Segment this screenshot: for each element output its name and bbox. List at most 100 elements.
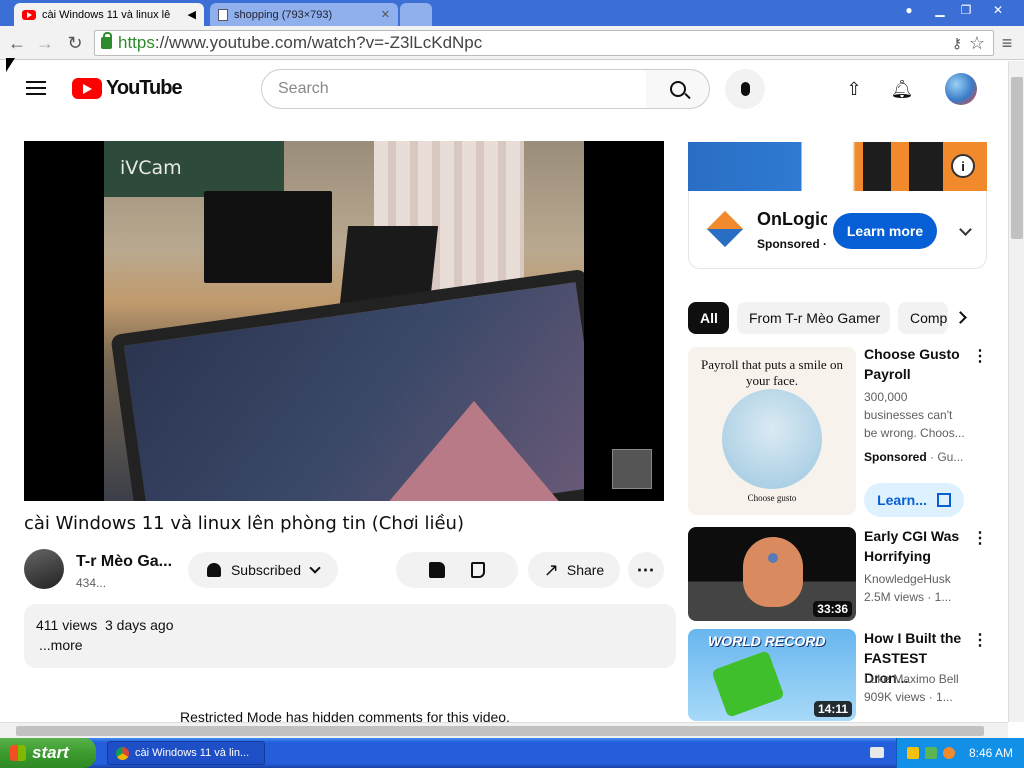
tab-youtube-video[interactable]: cài Windows 11 và linux lê ◀ [14,3,204,26]
chip-computers[interactable]: Computers [898,302,948,334]
dislike-button[interactable] [471,562,485,578]
windows-taskbar: start cài Windows 11 và lin... 8:46 AM [0,738,1024,768]
video-stats: 909K views · 1... [864,690,953,704]
restore-button[interactable]: ❐ [953,1,979,19]
learn-more-label: Learn... [877,492,927,508]
search-input[interactable]: Search [261,69,647,109]
ad-advertiser-name[interactable]: OnLogic [757,209,827,230]
forward-arrow-icon[interactable]: → [34,32,56,54]
minimize-button[interactable]: ▁ [927,1,953,19]
lock-icon [101,32,112,49]
chip-from-channel[interactable]: From T-r Mèo Gamer [737,302,890,334]
chip-all[interactable]: All [688,302,729,334]
external-link-icon [936,493,951,507]
back-arrow-icon[interactable]: ← [6,32,28,54]
ad-info-icon[interactable]: i [951,154,975,178]
new-tab-button[interactable] [400,3,432,26]
keyboard-icon[interactable] [870,747,884,758]
tab-title: cài Windows 11 và linux lê [42,8,171,21]
voice-search-button[interactable] [725,69,765,109]
youtube-favicon-icon [22,9,36,20]
notifications-bell-icon[interactable]: 🔔︎ [890,77,914,101]
video-thumbnail[interactable]: WORLD RECORD 14:11 [688,629,856,721]
sponsor-name: · Gu... [930,450,964,464]
browser-toolbar: ← → ↻ https ://www.youtube.com/watch?v=-… [0,26,1024,60]
tab-shopping-image[interactable]: shopping (793×793) ✕ [210,3,398,26]
url-scheme: https [118,33,155,52]
horizontal-scroll-thumb[interactable] [16,726,984,736]
gusto-ad-thumbnail[interactable]: Payroll that puts a smile on your face. … [688,347,856,515]
upload-icon[interactable]: ⇧ [842,77,866,101]
account-avatar[interactable] [945,73,977,105]
search-button[interactable] [646,69,710,109]
close-window-button[interactable]: ✕ [985,1,1011,19]
menu-icon[interactable]: ≡ [996,32,1018,54]
network-icon[interactable] [925,747,937,759]
security-shield-icon[interactable] [907,747,919,759]
learn-more-button[interactable]: Learn... [864,483,964,517]
channel-name[interactable]: KnowledgeHusk [864,570,964,588]
recommendation-title[interactable]: Choose Gusto Payroll [864,344,964,384]
sponsored-label: Sponsored [864,450,927,464]
more-actions-button[interactable]: ⋯ [628,552,664,588]
like-dislike-group [396,552,518,588]
thumbnail-headline: Payroll that puts a smile on your face. [701,357,843,388]
ad-banner-image[interactable]: i [688,142,987,191]
ad-description-line: businesses can't [864,408,953,422]
video-player[interactable]: iVCam [24,141,664,501]
address-bar[interactable]: https ://www.youtube.com/watch?v=-Z3lLcK… [94,30,994,56]
recommendation-title[interactable]: Early CGI Was Horrifying [864,526,964,566]
start-button[interactable]: start [0,738,96,768]
share-label: Share [566,562,605,578]
ad-sponsored-label: Sponsored · [757,237,828,251]
channel-name[interactable]: T-r Mèo Ga... [76,553,172,571]
thumbnail-text: WORLD RECORD [708,633,826,649]
like-button[interactable] [429,562,445,578]
more-vertical-icon[interactable]: ⋮ [972,528,988,548]
reload-icon[interactable]: ↻ [64,32,86,54]
ad-description-line: be wrong. Choos... [864,426,964,440]
hamburger-menu-icon[interactable] [26,81,46,95]
youtube-logo-text: YouTube [106,77,183,99]
video-stats: 2.5M views · 1... [864,590,952,604]
people-photo [722,389,822,489]
chalkboard: iVCam [104,141,284,197]
youtube-play-logo-icon [72,78,102,99]
bookmark-star-icon[interactable]: ☆ [966,32,988,54]
subscribed-button[interactable]: Subscribed [188,552,338,588]
channel-avatar[interactable] [24,549,64,589]
chevron-down-icon[interactable] [959,223,972,236]
drone-image [711,650,785,718]
chevron-right-icon[interactable] [954,311,967,324]
more-vertical-icon[interactable]: ⋮ [972,346,988,366]
subscribed-label: Subscribed [230,562,302,578]
more-vertical-icon[interactable]: ⋮ [972,630,988,650]
user-profile-icon[interactable]: ● [896,1,922,19]
channel-name[interactable]: Luke Maximo Bell [864,670,964,688]
youtube-masthead: YouTube Search ⇧ 🔔︎ [0,61,1008,117]
cgi-head-image [743,537,803,607]
key-icon[interactable]: ⚷ [946,32,968,54]
vertical-scrollbar[interactable] [1008,61,1024,722]
mouse-cursor-icon [6,58,15,72]
video-frame: iVCam [104,141,584,501]
search-tray-icon[interactable] [943,747,955,759]
horizontal-scrollbar[interactable] [0,722,1008,738]
share-button[interactable]: ↗ Share [528,552,620,588]
vertical-scroll-thumb[interactable] [1011,77,1023,239]
desk-monitor [204,191,332,283]
show-more-link[interactable]: ...more [39,637,83,653]
chrome-icon [116,746,129,760]
taskbar-chrome-window[interactable]: cài Windows 11 và lin... [107,741,265,765]
windows-flag-icon [10,745,26,761]
onlogic-logo-icon [706,210,744,248]
youtube-logo[interactable]: YouTube [72,77,183,100]
learn-more-button[interactable]: Learn more [833,213,937,249]
speaker-icon: ◀ [187,9,196,21]
upload-age: 3 days ago [105,617,174,633]
description-box[interactable]: 411 views 3 days ago ...more [24,604,676,668]
video-thumbnail[interactable]: 33:36 [688,527,856,621]
close-tab-button[interactable]: ✕ [381,8,390,21]
search-icon [669,81,686,97]
wallpaper-shape [364,401,584,501]
